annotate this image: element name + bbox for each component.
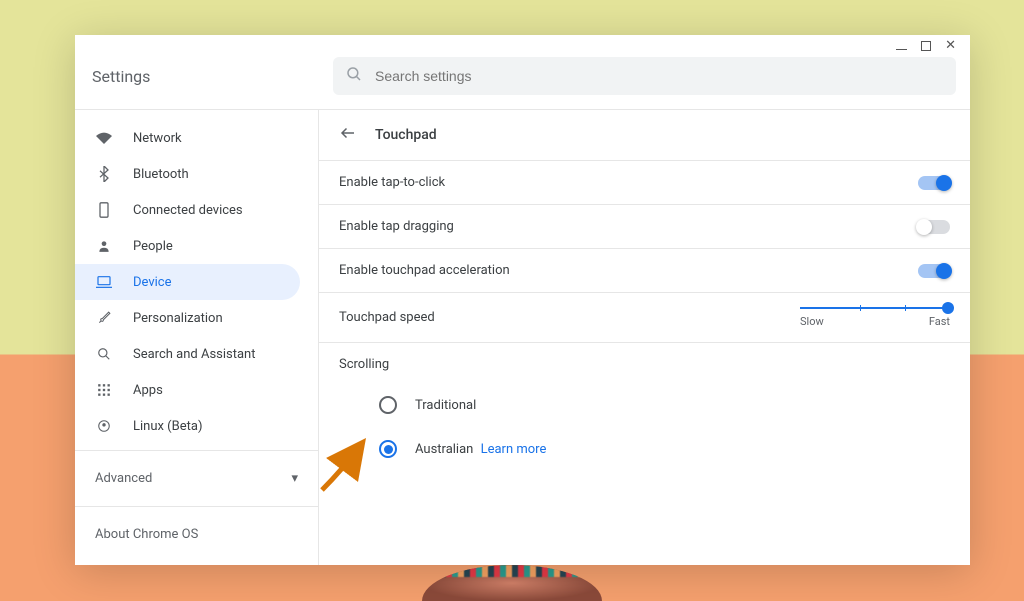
- sidebar-item-label: Connected devices: [133, 203, 243, 218]
- main-panel: Touchpad Enable tap-to-click Enable tap …: [319, 110, 970, 565]
- sidebar-item-label: Linux (Beta): [133, 419, 202, 434]
- chevron-down-icon: ▾: [291, 471, 298, 486]
- app-title: Settings: [89, 67, 315, 86]
- search-icon: [345, 65, 363, 87]
- sidebar-item-personalization[interactable]: Personalization: [75, 300, 300, 336]
- page-title: Touchpad: [375, 127, 437, 143]
- person-icon: [95, 239, 113, 253]
- australian-radio[interactable]: [379, 440, 397, 458]
- wallpaper-cake: [422, 565, 602, 601]
- sidebar-item-label: People: [133, 239, 173, 254]
- setting-label: Enable tap dragging: [339, 219, 454, 234]
- sidebar-item-search-assistant[interactable]: Search and Assistant: [75, 336, 300, 372]
- setting-speed: Touchpad speed Slow Fast: [319, 293, 970, 342]
- laptop-icon: [95, 276, 113, 288]
- tap-to-click-toggle[interactable]: [918, 176, 950, 190]
- setting-acceleration: Enable touchpad acceleration: [319, 249, 970, 293]
- sidebar-item-label: Apps: [133, 383, 163, 398]
- scrolling-traditional-row[interactable]: Traditional: [339, 388, 950, 432]
- brush-icon: [95, 311, 113, 325]
- sidebar-item-linux[interactable]: Linux (Beta): [75, 408, 300, 444]
- speed-slider[interactable]: Slow Fast: [800, 307, 950, 328]
- radio-label: Australian: [415, 442, 473, 457]
- linux-icon: [95, 419, 113, 433]
- setting-tap-dragging: Enable tap dragging: [319, 205, 970, 249]
- sidebar-item-label: Personalization: [133, 311, 223, 326]
- scrolling-australian-row[interactable]: Australian Learn more: [339, 432, 950, 476]
- learn-more-link[interactable]: Learn more: [481, 442, 547, 457]
- settings-window: ✕ Settings Network Bluetooth Connected d…: [75, 35, 970, 565]
- scrolling-heading: Scrolling: [339, 357, 950, 372]
- setting-label: Touchpad speed: [339, 310, 435, 325]
- settings-list: Enable tap-to-click Enable tap dragging …: [319, 160, 970, 343]
- sidebar-advanced[interactable]: Advanced ▾: [75, 457, 318, 500]
- sidebar-item-network[interactable]: Network: [75, 120, 300, 156]
- magnifier-icon: [95, 347, 113, 361]
- tap-dragging-toggle[interactable]: [918, 220, 950, 234]
- header-bar: Settings: [75, 47, 970, 110]
- window-titlebar: ✕: [75, 35, 970, 47]
- radio-label: Traditional: [415, 398, 476, 413]
- slider-fast-label: Fast: [929, 315, 950, 328]
- sidebar-item-apps[interactable]: Apps: [75, 372, 300, 408]
- sidebar-item-bluetooth[interactable]: Bluetooth: [75, 156, 300, 192]
- scrolling-section: Scrolling Traditional Australian Learn m…: [319, 343, 970, 490]
- divider: [75, 450, 318, 451]
- sidebar-item-label: Bluetooth: [133, 167, 189, 182]
- about-label: About Chrome OS: [95, 527, 198, 542]
- sidebar-about[interactable]: About Chrome OS: [75, 513, 318, 556]
- apps-grid-icon: [95, 383, 113, 397]
- search-input[interactable]: [375, 68, 944, 84]
- sidebar-item-device[interactable]: Device: [75, 264, 300, 300]
- sidebar-item-label: Network: [133, 131, 182, 146]
- setting-tap-to-click: Enable tap-to-click: [319, 161, 970, 205]
- sidebar: Network Bluetooth Connected devices Peop…: [75, 110, 319, 565]
- search-field[interactable]: [333, 57, 956, 95]
- slider-slow-label: Slow: [800, 315, 824, 328]
- sidebar-item-label: Device: [133, 275, 172, 290]
- sidebar-item-label: Search and Assistant: [133, 347, 256, 362]
- divider: [75, 506, 318, 507]
- setting-label: Enable tap-to-click: [339, 175, 445, 190]
- sidebar-item-connected-devices[interactable]: Connected devices: [75, 192, 300, 228]
- bluetooth-icon: [95, 166, 113, 182]
- acceleration-toggle[interactable]: [918, 264, 950, 278]
- wifi-icon: [95, 132, 113, 144]
- back-button[interactable]: [339, 124, 357, 146]
- setting-label: Enable touchpad acceleration: [339, 263, 510, 278]
- sidebar-item-people[interactable]: People: [75, 228, 300, 264]
- advanced-label: Advanced: [95, 471, 152, 486]
- traditional-radio[interactable]: [379, 396, 397, 414]
- phone-icon: [95, 202, 113, 218]
